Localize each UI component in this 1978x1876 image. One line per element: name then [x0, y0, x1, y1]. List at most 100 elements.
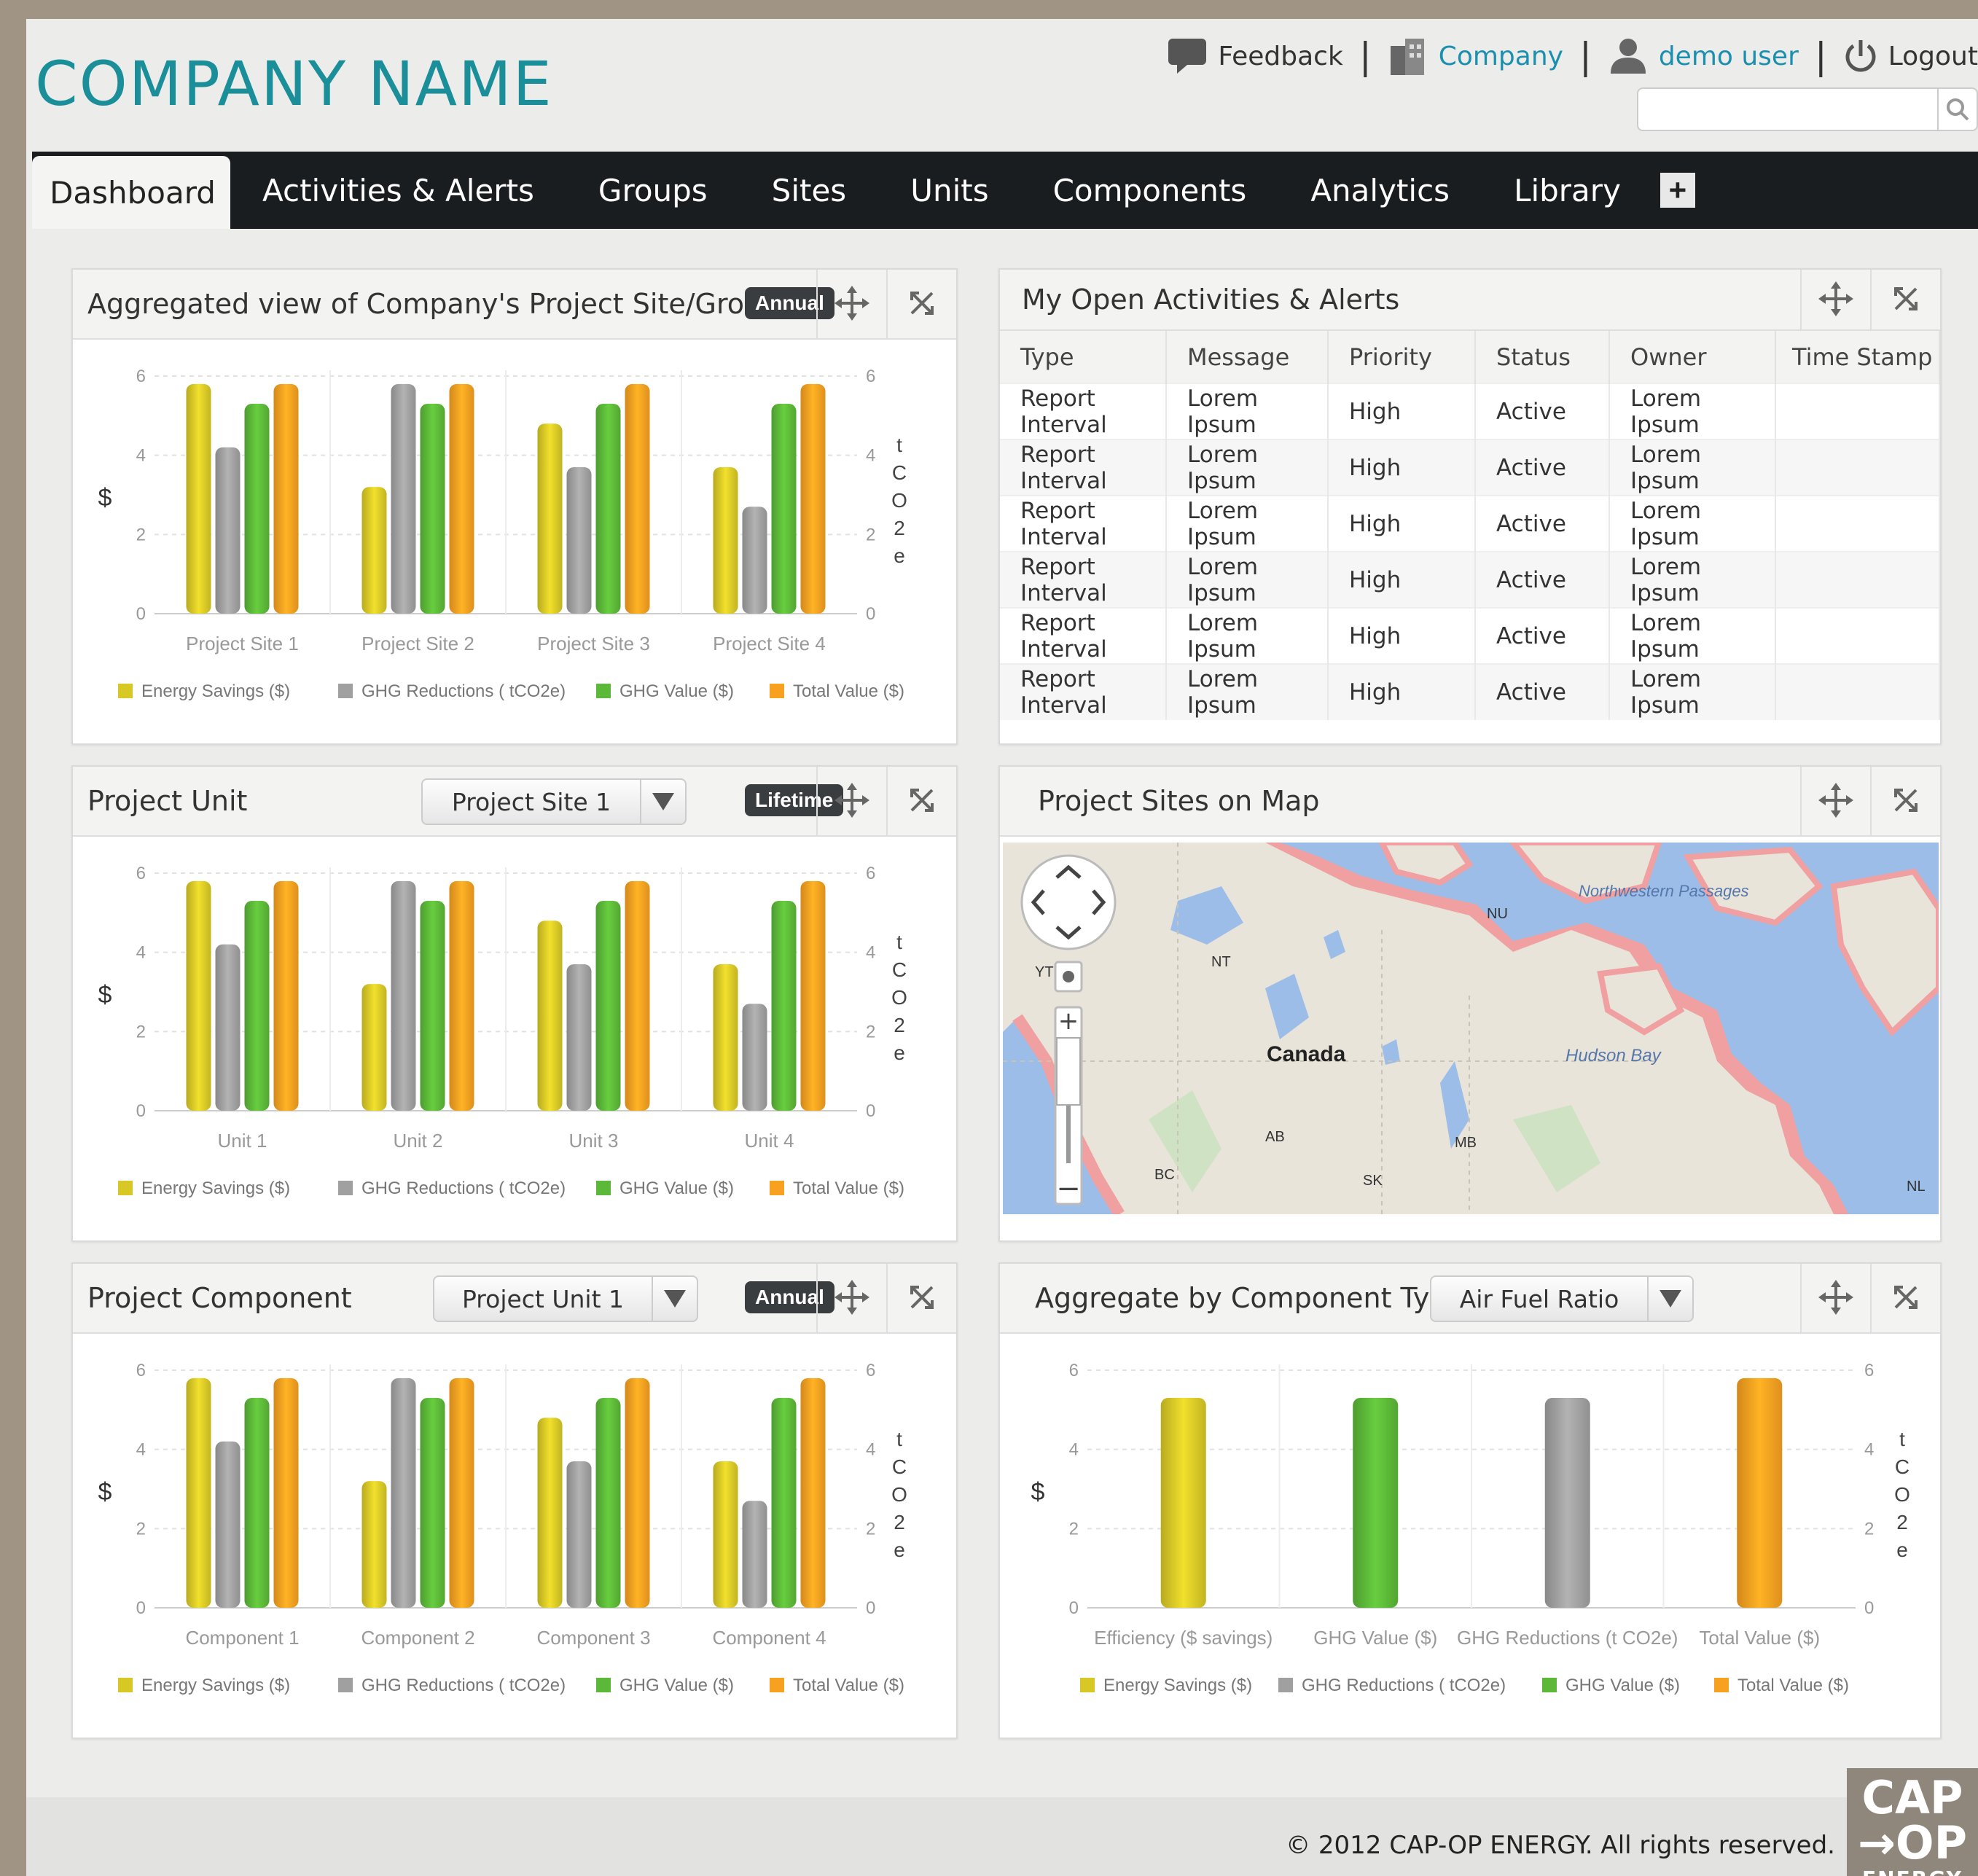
move-button[interactable]	[816, 767, 886, 837]
bar	[273, 383, 299, 614]
bar	[537, 1418, 563, 1608]
y2-axis-label: t	[1899, 1428, 1905, 1450]
page: COMPANY NAME Feedback | Company | demo u…	[26, 19, 1978, 1876]
unit-select[interactable]: Project Unit 1	[433, 1275, 698, 1322]
close-button[interactable]	[886, 767, 956, 837]
y2-tick-label: 6	[866, 864, 875, 883]
table-row[interactable]: Report Interval Lorem Ipsum High Active Lore…	[1000, 607, 1940, 664]
close-button[interactable]	[886, 1264, 956, 1334]
tab-sites[interactable]: Sites	[740, 152, 879, 229]
bar	[361, 487, 387, 614]
close-icon	[909, 787, 935, 817]
zoom-in-icon[interactable]: +	[1058, 1007, 1079, 1036]
move-button[interactable]	[1800, 767, 1870, 837]
tab-units[interactable]: Units	[878, 152, 1020, 229]
tab-dashboard[interactable]: Dashboard	[32, 156, 230, 229]
close-button[interactable]	[886, 270, 956, 340]
y2-axis-label: 2	[894, 517, 905, 539]
move-button[interactable]	[1800, 1264, 1870, 1334]
column-header[interactable]: Priority	[1328, 331, 1476, 383]
map-streetview-icon[interactable]	[1054, 961, 1083, 993]
category-label: Component 4	[712, 1627, 826, 1649]
y-axis-label: $	[98, 1478, 112, 1506]
tab-components[interactable]: Components	[1021, 152, 1279, 229]
panel-title: Aggregate by Component Type:	[1035, 1282, 1474, 1314]
search-button[interactable]	[1937, 89, 1977, 130]
move-button[interactable]	[816, 270, 886, 340]
bar	[625, 383, 650, 614]
bar	[742, 507, 767, 614]
close-button[interactable]	[1870, 1264, 1940, 1334]
map-zoom-slider[interactable]: + −	[1054, 1006, 1083, 1205]
y2-axis-label: e	[894, 1041, 905, 1064]
table-row[interactable]: Report Interval Lorem Ipsum High Active Lore…	[1000, 439, 1940, 496]
bar	[713, 1461, 738, 1608]
bar	[391, 383, 416, 614]
table-row[interactable]: Report Interval Lorem Ipsum High Active Lore…	[1000, 551, 1940, 608]
move-button[interactable]	[816, 1264, 886, 1334]
y-tick-label: 6	[136, 1361, 146, 1380]
legend-swatch	[770, 684, 784, 698]
category-label: Project Site 2	[361, 633, 474, 654]
y-tick-label: 6	[136, 367, 146, 386]
bar	[800, 1377, 826, 1608]
aggregated-panel: Aggregated view of Company's Project Sit…	[71, 268, 958, 745]
y2-axis-label: 2	[894, 1014, 905, 1036]
category-label: Component 1	[185, 1627, 299, 1649]
table-row[interactable]: Report Interval Lorem Ipsum High Active Lore…	[1000, 383, 1940, 439]
user-link[interactable]: demo user	[1608, 37, 1799, 75]
y2-axis-label: e	[894, 544, 905, 567]
bar	[391, 880, 416, 1111]
y2-axis-label: C	[1895, 1455, 1909, 1478]
move-button[interactable]	[1800, 270, 1870, 331]
legend-label: Energy Savings ($)	[141, 681, 290, 701]
map-canvas: Canada Hudson Bay Northwestern Passages …	[1003, 843, 1939, 1214]
bar	[800, 383, 826, 614]
column-header[interactable]: Message	[1166, 331, 1329, 383]
category-label: GHG Reductions (t CO2e)	[1457, 1627, 1678, 1649]
map-label-sk: SK	[1363, 1173, 1383, 1189]
search-input[interactable]	[1638, 89, 1937, 130]
column-header[interactable]: Type	[1000, 331, 1167, 383]
map-view[interactable]: Canada Hudson Bay Northwestern Passages …	[1003, 843, 1939, 1214]
legend-label: Energy Savings ($)	[1103, 1676, 1252, 1695]
close-icon	[1893, 787, 1919, 817]
close-button[interactable]	[1870, 270, 1940, 331]
bar	[186, 1377, 211, 1608]
site-select[interactable]: Project Site 1	[421, 778, 687, 825]
table-row[interactable]: Report Interval Lorem Ipsum High Active Lore…	[1000, 495, 1940, 552]
aggregated-chart: 0 02 24 46 6$tCO2eProject Site 1 Project Site…	[98, 367, 907, 701]
zoom-out-icon[interactable]: −	[1056, 1172, 1081, 1205]
chart-legend: Energy Savings ($) GHG Reductions ( tCO2e…	[118, 1676, 904, 1695]
tab-activities-alerts[interactable]: Activities & Alerts	[230, 152, 566, 229]
tab-library[interactable]: Library	[1482, 152, 1653, 229]
building-icon	[1388, 36, 1428, 77]
bar	[1160, 1398, 1206, 1608]
map-label-nt: NT	[1211, 954, 1231, 970]
bar	[186, 880, 211, 1111]
legend-label: GHG Value ($)	[619, 1676, 734, 1695]
project-unit-chart: 0 02 24 46 6$tCO2eUnit 1 Unit 2 Unit 3 Unit 4En…	[98, 864, 907, 1198]
map-panel: Project Sites on Map Canada Hudson Bay N…	[998, 765, 1942, 1242]
bar	[595, 404, 621, 614]
column-header[interactable]: Status	[1475, 331, 1610, 383]
tab-analytics[interactable]: Analytics	[1278, 152, 1482, 229]
y-tick-label: 2	[136, 1022, 146, 1041]
column-header[interactable]: Time Stamp	[1775, 331, 1940, 383]
y-tick-label: 0	[1069, 1598, 1079, 1618]
main-nav: Dashboard Activities & Alerts Groups Sit…	[32, 152, 1978, 229]
feedback-link[interactable]: Feedback	[1167, 37, 1343, 75]
tab-groups[interactable]: Groups	[566, 152, 740, 229]
component-type-select[interactable]: Air Fuel Ratio	[1430, 1275, 1694, 1322]
company-link[interactable]: Company	[1388, 36, 1563, 77]
close-button[interactable]	[1870, 767, 1940, 837]
copyright: © 2012 CAP-OP ENERGY. All rights reserve…	[1286, 1831, 1835, 1860]
column-header[interactable]: Owner	[1609, 331, 1776, 383]
category-label: Unit 3	[569, 1130, 619, 1152]
logout-link[interactable]: Logout	[1843, 39, 1978, 74]
table-row[interactable]: Report Interval Lorem Ipsum High Active Lore…	[1000, 663, 1940, 720]
legend-label: GHG Reductions ( tCO2e)	[361, 1179, 566, 1198]
map-pan-control[interactable]	[1020, 854, 1117, 950]
add-tab-button[interactable]: +	[1660, 173, 1695, 208]
bar	[186, 383, 211, 614]
